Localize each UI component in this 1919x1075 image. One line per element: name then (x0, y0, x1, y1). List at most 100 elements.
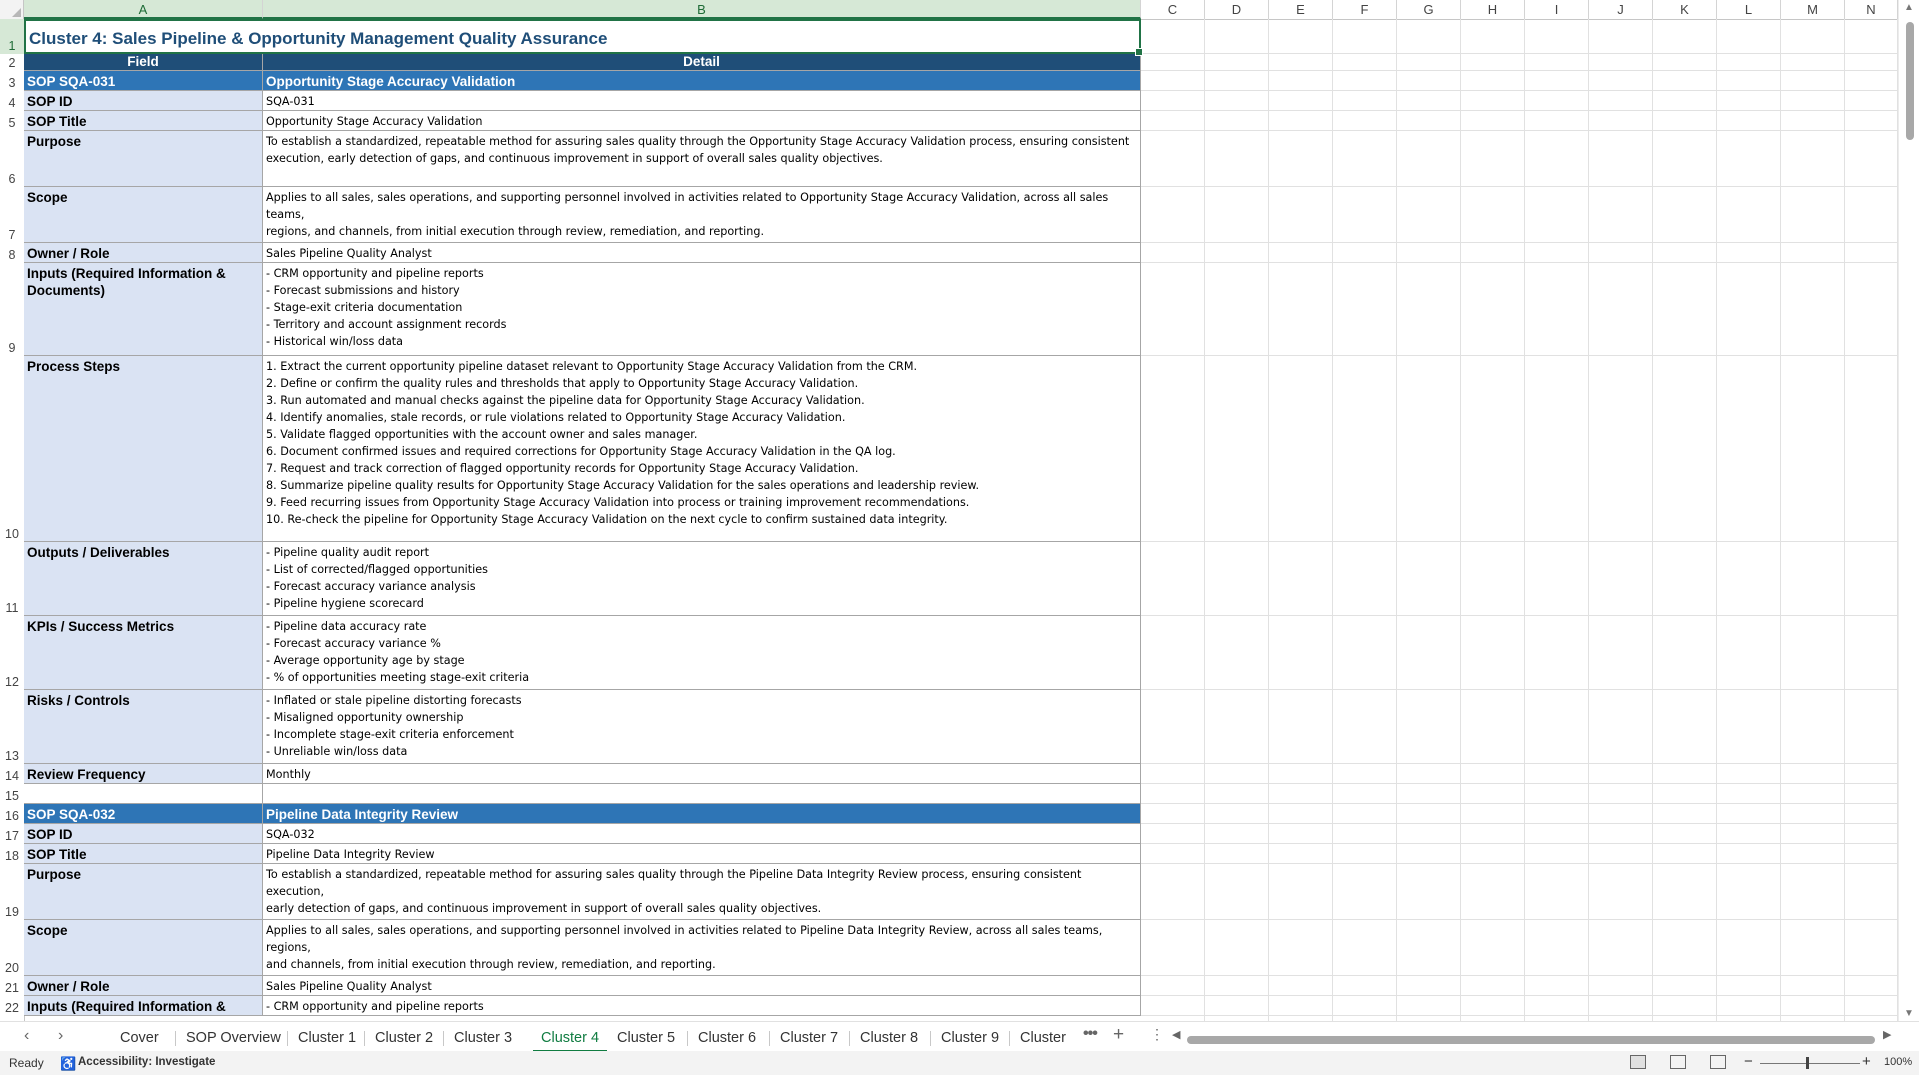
sheet-tab[interactable]: Cluster 6 (690, 1026, 764, 1050)
row-header[interactable]: 17 (0, 824, 24, 844)
column-header-d[interactable]: D (1205, 0, 1269, 19)
zoom-out-icon[interactable]: − (1744, 1053, 1753, 1070)
spreadsheet-grid[interactable]: ABCDEFGHIJKLMN 1 2 3 4 5 6 7 8 9 10 11 12 13 14 15 16 17… (0, 0, 1898, 1021)
row-header[interactable]: 11 (0, 542, 24, 616)
zoom-in-icon[interactable]: + (1862, 1053, 1871, 1070)
sheet-tab[interactable]: SOP Overview (178, 1026, 289, 1050)
row-header[interactable]: 18 (0, 844, 24, 864)
column-header-n[interactable]: N (1845, 0, 1898, 19)
row-header[interactable]: 14 (0, 764, 24, 784)
row-header[interactable]: 21 (0, 976, 24, 996)
hscroll-left-icon[interactable]: ◀ (1172, 1028, 1180, 1041)
detail-cell[interactable]: - CRM opportunity and pipeline reports (263, 996, 1141, 1016)
hscroll-right-icon[interactable]: ▶ (1883, 1028, 1891, 1041)
column-header-m[interactable]: M (1781, 0, 1845, 19)
row-header[interactable]: 20 (0, 920, 24, 976)
scroll-up-icon[interactable]: ▲ (1904, 2, 1914, 13)
detail-cell[interactable]: SQA-032 (263, 824, 1141, 844)
column-header-g[interactable]: G (1397, 0, 1461, 19)
sheet-tab[interactable]: Cluster 8 (852, 1026, 926, 1050)
field-cell[interactable]: Purpose (24, 864, 263, 920)
normal-view-icon[interactable] (1630, 1055, 1646, 1069)
detail-cell[interactable]: - CRM opportunity and pipeline reports -… (263, 263, 1141, 356)
field-cell[interactable]: Review Frequency (24, 764, 263, 784)
column-header-h[interactable]: H (1461, 0, 1525, 19)
field-cell[interactable]: SOP ID (24, 824, 263, 844)
cell-a1-title[interactable]: Cluster 4: Sales Pipeline & Opportunity … (24, 19, 1143, 56)
column-header-b[interactable]: B (263, 0, 1141, 19)
column-header-j[interactable]: J (1589, 0, 1653, 19)
column-header-c[interactable]: C (1141, 0, 1205, 19)
sheet-tab[interactable]: Cluster 5 (609, 1026, 683, 1050)
column-header-a[interactable]: A (24, 0, 263, 19)
row-header[interactable]: 2 (0, 54, 24, 71)
row-header[interactable]: 4 (0, 91, 24, 111)
field-cell[interactable]: Process Steps (24, 356, 263, 542)
detail-cell[interactable]: SQA-031 (263, 91, 1141, 111)
column-header-e[interactable]: E (1269, 0, 1333, 19)
sheet-tab[interactable]: Cluster 4 (533, 1026, 608, 1053)
detail-cell[interactable]: Applies to all sales, sales operations, … (263, 187, 1141, 243)
sheet-tab[interactable]: Cluster 2 (367, 1026, 441, 1050)
detail-cell[interactable]: - Pipeline quality audit report - List o… (263, 542, 1141, 616)
row-header[interactable]: 5 (0, 111, 24, 131)
detail-cell[interactable]: - Pipeline data accuracy rate - Forecast… (263, 616, 1141, 690)
accessibility-icon[interactable]: ♿ (60, 1056, 76, 1072)
row-header[interactable]: 19 (0, 864, 24, 920)
row-header[interactable]: 9 (0, 263, 24, 356)
detail-cell[interactable]: 1. Extract the current opportunity pipel… (263, 356, 1141, 542)
field-cell[interactable]: Inputs (Required Information & (24, 996, 263, 1016)
select-all-button[interactable] (0, 0, 24, 19)
horizontal-scroll-thumb[interactable] (1187, 1036, 1875, 1044)
field-cell[interactable]: SOP Title (24, 111, 263, 131)
sheet-tab[interactable]: Cluster 9 (933, 1026, 1007, 1050)
accessibility-status[interactable]: Accessibility: Investigate (78, 1056, 215, 1068)
page-break-view-icon[interactable] (1710, 1055, 1726, 1069)
detail-cell[interactable]: Pipeline Data Integrity Review (263, 804, 1141, 824)
row-header[interactable]: 10 (0, 356, 24, 542)
column-header-k[interactable]: K (1653, 0, 1717, 19)
zoom-slider-thumb[interactable] (1806, 1057, 1809, 1069)
column-header-f[interactable]: F (1333, 0, 1397, 19)
field-cell[interactable] (24, 784, 263, 804)
row-header[interactable]: 15 (0, 784, 24, 804)
field-cell[interactable]: KPIs / Success Metrics (24, 616, 263, 690)
row-header[interactable]: 22 (0, 996, 24, 1016)
row-header[interactable]: 7 (0, 187, 24, 243)
add-sheet-icon[interactable]: + (1113, 1024, 1124, 1046)
row-header[interactable]: 6 (0, 131, 24, 187)
sheet-tab[interactable]: Cluster (1012, 1026, 1074, 1050)
header-field[interactable]: Field (24, 54, 263, 71)
row-header[interactable]: 12 (0, 616, 24, 690)
row-header[interactable]: 1 (0, 19, 24, 54)
row-header[interactable]: 3 (0, 71, 24, 91)
page-layout-view-icon[interactable] (1670, 1055, 1686, 1069)
row-header[interactable]: 13 (0, 690, 24, 764)
column-header-i[interactable]: I (1525, 0, 1589, 19)
more-tabs-icon[interactable]: ••• (1083, 1025, 1098, 1043)
detail-cell[interactable]: - Inflated or stale pipeline distorting … (263, 690, 1141, 764)
detail-cell[interactable]: To establish a standardized, repeatable … (263, 864, 1141, 920)
detail-cell[interactable]: Applies to all sales, sales operations, … (263, 920, 1141, 976)
field-cell[interactable]: Risks / Controls (24, 690, 263, 764)
row-header[interactable]: 16 (0, 804, 24, 824)
field-cell[interactable]: SOP SQA-031 (24, 71, 263, 91)
row-header[interactable]: 8 (0, 243, 24, 263)
detail-cell[interactable]: Monthly (263, 764, 1141, 784)
field-cell[interactable]: Outputs / Deliverables (24, 542, 263, 616)
detail-cell[interactable]: Opportunity Stage Accuracy Validation (263, 111, 1141, 131)
sheet-tab[interactable]: Cover (112, 1026, 167, 1050)
fill-handle[interactable] (1135, 48, 1143, 56)
field-cell[interactable]: Owner / Role (24, 243, 263, 263)
scroll-down-icon[interactable]: ▼ (1904, 1008, 1914, 1019)
sheet-tab[interactable]: Cluster 1 (290, 1026, 364, 1050)
field-cell[interactable]: SOP Title (24, 844, 263, 864)
field-cell[interactable]: Inputs (Required Information & Documents… (24, 263, 263, 356)
field-cell[interactable]: SOP ID (24, 91, 263, 111)
column-header-l[interactable]: L (1717, 0, 1781, 19)
field-cell[interactable]: Scope (24, 920, 263, 976)
detail-cell[interactable]: To establish a standardized, repeatable … (263, 131, 1141, 187)
sheet-tab[interactable]: Cluster 3 (446, 1026, 520, 1050)
field-cell[interactable]: Purpose (24, 131, 263, 187)
tab-options-icon[interactable]: ⋮ (1150, 1026, 1164, 1043)
